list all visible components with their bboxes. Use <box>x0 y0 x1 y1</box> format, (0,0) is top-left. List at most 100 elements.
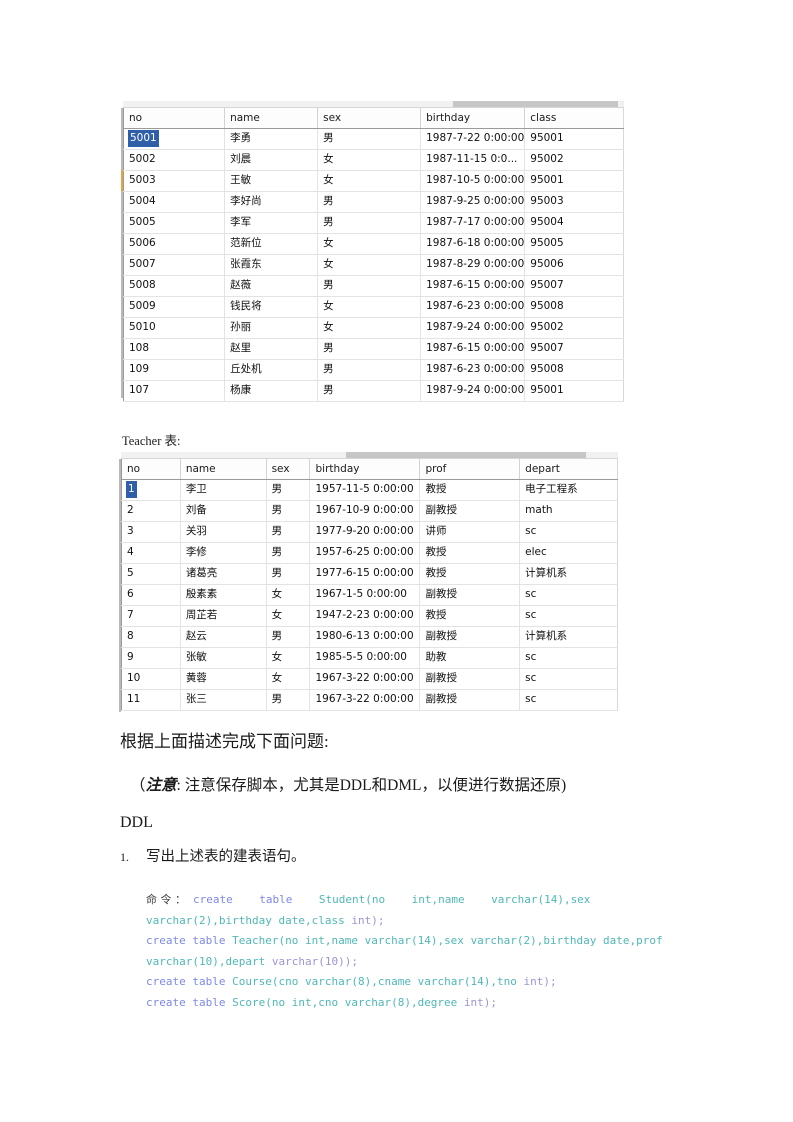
table-cell-birthday[interactable]: 1987-6-23 0:00:00 <box>420 359 526 381</box>
table-cell-name[interactable]: 赵里 <box>224 338 319 360</box>
table-cell-sex[interactable]: 女 <box>266 584 311 606</box>
table-cell-no[interactable]: 11 <box>121 689 181 711</box>
table-cell-name[interactable]: 张敏 <box>180 647 267 669</box>
column-header-prof[interactable]: prof <box>419 459 521 480</box>
column-header-depart[interactable]: depart <box>519 459 618 480</box>
table-cell-name[interactable]: 李修 <box>180 542 267 564</box>
table-cell-sex[interactable]: 男 <box>317 212 422 234</box>
teacher-result-grid[interactable]: no name sex birthday prof depart 1 李卫男 195… <box>121 452 618 711</box>
column-header-sex[interactable]: sex <box>317 108 422 129</box>
table-cell-prof[interactable]: 副教授 <box>419 584 521 606</box>
table-cell-birthday[interactable]: 1980-6-13 0:00:00 <box>309 626 421 648</box>
table-cell-class[interactable]: 95001 <box>524 170 624 192</box>
table-cell-sex[interactable]: 女 <box>317 170 422 192</box>
table-cell-class[interactable]: 95002 <box>524 149 624 171</box>
table-cell-prof[interactable]: 教授 <box>419 563 521 585</box>
table-cell-sex[interactable]: 女 <box>317 254 422 276</box>
table-cell-sex[interactable]: 女 <box>317 296 422 318</box>
table-cell-no[interactable]: 7 <box>121 605 181 627</box>
table-cell-class[interactable]: 95003 <box>524 191 624 213</box>
table-cell-no[interactable]: 5008 <box>123 275 226 297</box>
table-cell-birthday[interactable]: 1987-7-17 0:00:00 <box>420 212 526 234</box>
table-cell-no[interactable]: 5006 <box>123 233 226 255</box>
column-header-birthday[interactable]: birthday <box>420 108 526 129</box>
column-header-no[interactable]: no <box>123 108 226 129</box>
table-cell-sex[interactable]: 女 <box>266 647 311 669</box>
table-cell-sex[interactable]: 女 <box>317 317 422 339</box>
table-cell-prof[interactable]: 教授 <box>419 479 521 501</box>
table-cell-name[interactable]: 李好尚 <box>224 191 319 213</box>
table-cell-sex[interactable]: 女 <box>266 605 311 627</box>
table-cell-class[interactable]: 95008 <box>524 296 624 318</box>
table-cell-prof[interactable]: 讲师 <box>419 521 521 543</box>
table-row[interactable]: 5003 王敏女 1987-10-5 0:00:00 95001 <box>123 170 624 192</box>
table-cell-birthday[interactable]: 1987-6-15 0:00:00 <box>420 338 526 360</box>
table-cell-no[interactable]: 5004 <box>123 191 226 213</box>
table-cell-no[interactable]: 108 <box>123 338 226 360</box>
table-row[interactable]: 5 诸葛亮男 1977-6-15 0:00:00 教授 计算机系 <box>121 563 618 585</box>
table-cell-prof[interactable]: 助教 <box>419 647 521 669</box>
table-cell-sex[interactable]: 男 <box>266 479 311 501</box>
column-header-birthday[interactable]: birthday <box>309 459 421 480</box>
table-cell-name[interactable]: 杨康 <box>224 380 319 402</box>
student-grid-horizontal-scrollbar[interactable] <box>123 101 624 108</box>
table-cell-depart[interactable]: 计算机系 <box>519 626 618 648</box>
table-cell-no[interactable]: 9 <box>121 647 181 669</box>
table-cell-sex[interactable]: 男 <box>317 128 422 150</box>
table-row[interactable]: 5010 孙丽女 1987-9-24 0:00:00 95002 <box>123 317 624 339</box>
table-cell-sex[interactable]: 男 <box>317 191 422 213</box>
table-cell-name[interactable]: 刘备 <box>180 500 267 522</box>
table-cell-depart[interactable]: sc <box>519 605 618 627</box>
table-cell-birthday[interactable]: 1977-6-15 0:00:00 <box>309 563 421 585</box>
selected-cell-value[interactable]: 1 <box>126 481 137 498</box>
table-cell-class[interactable]: 95001 <box>524 128 624 150</box>
table-cell-sex[interactable]: 男 <box>317 359 422 381</box>
table-cell-depart[interactable]: 计算机系 <box>519 563 618 585</box>
table-row[interactable]: 5002 刘晨女 1987-11-15 0:0... 95002 <box>123 149 624 171</box>
table-cell-name[interactable]: 张三 <box>180 689 267 711</box>
table-cell-name[interactable]: 范新位 <box>224 233 319 255</box>
table-cell-name[interactable]: 丘处机 <box>224 359 319 381</box>
teacher-grid-horizontal-scrollbar[interactable] <box>121 452 618 459</box>
student-result-grid[interactable]: no name sex birthday class 5001 李勇男 1987-7… <box>123 101 624 402</box>
table-cell-sex[interactable]: 女 <box>317 149 422 171</box>
table-row[interactable]: 5009 钱民将女 1987-6-23 0:00:00 95008 <box>123 296 624 318</box>
sql-code-block[interactable]: 命 令 ： create table Student(no int,name v… <box>146 890 681 1013</box>
table-cell-no[interactable]: 10 <box>121 668 181 690</box>
table-cell-sex[interactable]: 男 <box>317 338 422 360</box>
table-cell-prof[interactable]: 副教授 <box>419 626 521 648</box>
table-row[interactable]: 5006 范新位女 1987-6-18 0:00:00 95005 <box>123 233 624 255</box>
column-header-name[interactable]: name <box>180 459 267 480</box>
table-cell-birthday[interactable]: 1987-7-22 0:00:00 <box>420 128 526 150</box>
table-cell-birthday[interactable]: 1987-11-15 0:0... <box>420 149 526 171</box>
table-cell-birthday[interactable]: 1987-6-23 0:00:00 <box>420 296 526 318</box>
table-cell-birthday[interactable]: 1967-10-9 0:00:00 <box>309 500 421 522</box>
table-cell-depart[interactable]: math <box>519 500 618 522</box>
table-cell-name[interactable]: 赵薇 <box>224 275 319 297</box>
table-row[interactable]: 1 李卫男 1957-11-5 0:00:00 教授 电子工程系 <box>121 479 618 501</box>
column-header-class[interactable]: class <box>524 108 624 129</box>
table-cell-birthday[interactable]: 1987-10-5 0:00:00 <box>420 170 526 192</box>
table-cell-birthday[interactable]: 1987-9-24 0:00:00 <box>420 380 526 402</box>
table-cell-class[interactable]: 95001 <box>524 380 624 402</box>
table-cell-no[interactable]: 5001 <box>123 128 226 150</box>
table-cell-birthday[interactable]: 1987-6-15 0:00:00 <box>420 275 526 297</box>
table-cell-prof[interactable]: 副教授 <box>419 668 521 690</box>
table-cell-birthday[interactable]: 1987-9-25 0:00:00 <box>420 191 526 213</box>
table-row[interactable]: 5007 张霞东女 1987-8-29 0:00:00 95006 <box>123 254 624 276</box>
table-cell-name[interactable]: 刘晨 <box>224 149 319 171</box>
table-cell-no[interactable]: 3 <box>121 521 181 543</box>
table-cell-birthday[interactable]: 1967-3-22 0:00:00 <box>309 689 421 711</box>
table-cell-no[interactable]: 5010 <box>123 317 226 339</box>
table-cell-no[interactable]: 5007 <box>123 254 226 276</box>
table-cell-depart[interactable]: sc <box>519 647 618 669</box>
table-cell-class[interactable]: 95008 <box>524 359 624 381</box>
table-cell-prof[interactable]: 教授 <box>419 542 521 564</box>
column-header-sex[interactable]: sex <box>266 459 311 480</box>
table-cell-prof[interactable]: 副教授 <box>419 500 521 522</box>
table-row[interactable]: 10 黄蓉女 1967-3-22 0:00:00 副教授 sc <box>121 668 618 690</box>
table-row[interactable]: 107 杨康男 1987-9-24 0:00:00 95001 <box>123 380 624 402</box>
table-cell-no[interactable]: 107 <box>123 380 226 402</box>
table-row[interactable]: 9 张敏女 1985-5-5 0:00:00 助教 sc <box>121 647 618 669</box>
table-cell-name[interactable]: 诸葛亮 <box>180 563 267 585</box>
